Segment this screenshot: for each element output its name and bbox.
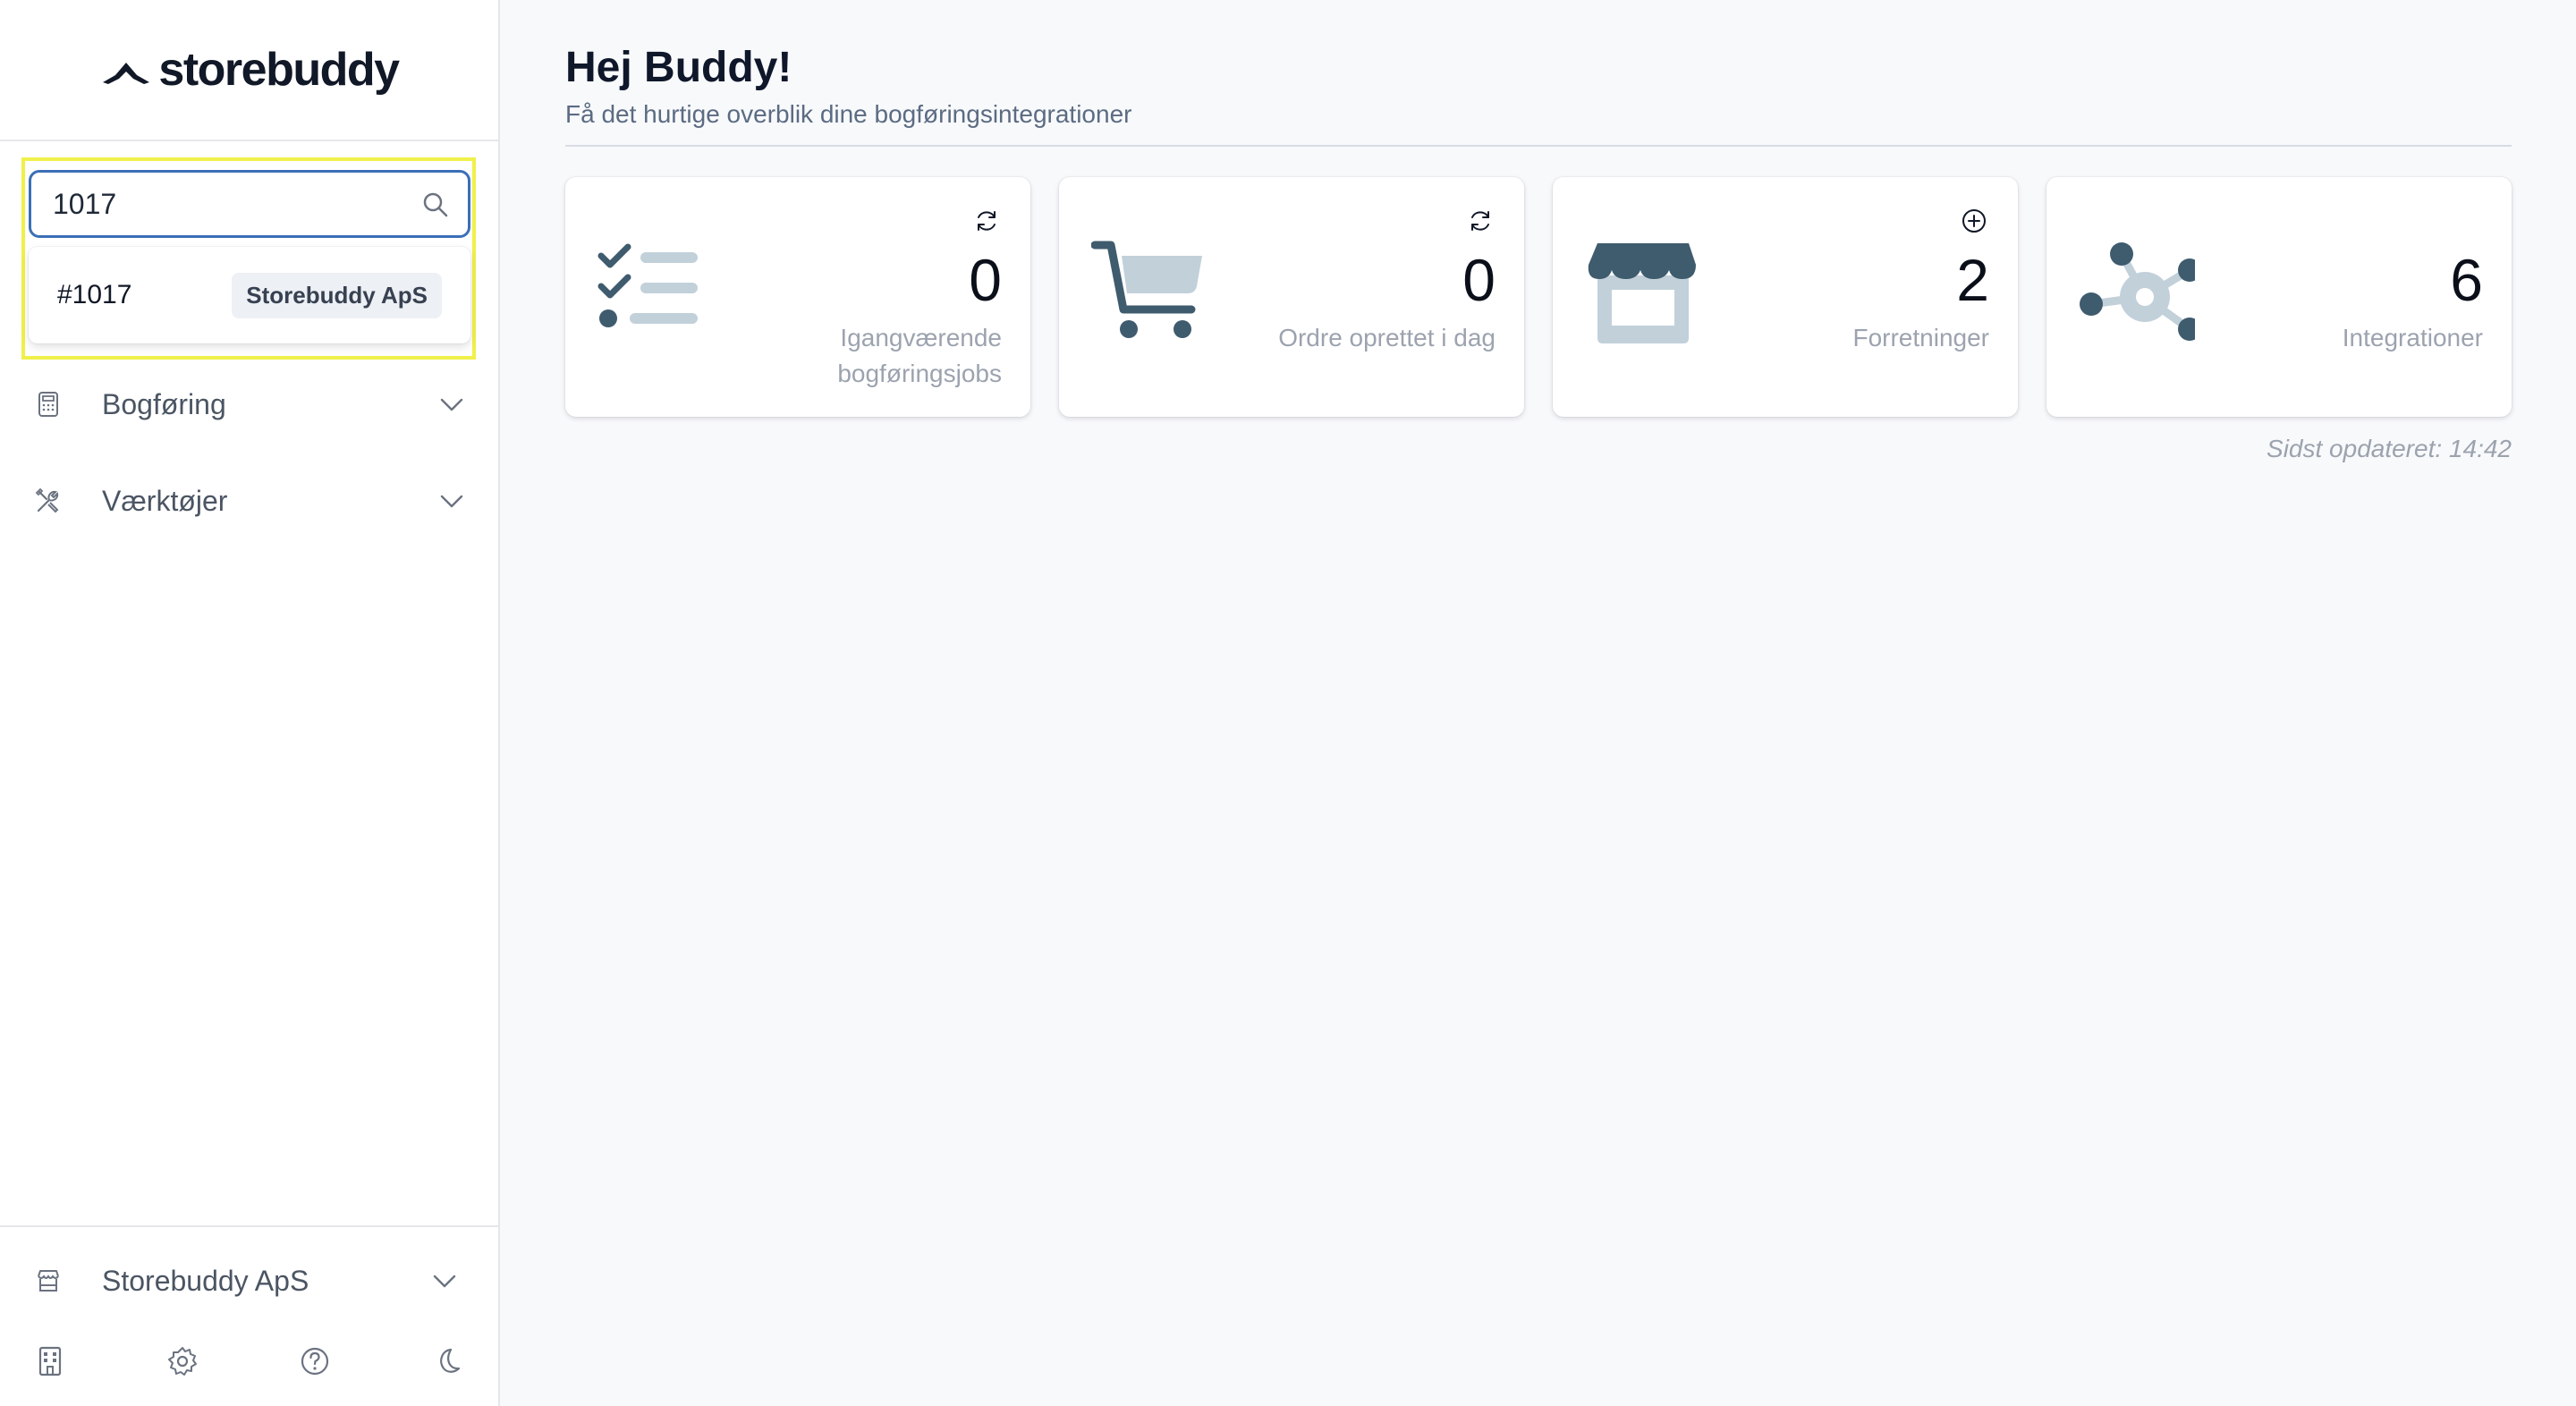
sidebar-bottom-toolbar: [0, 1324, 500, 1395]
sidebar-item-label: Bogføring: [102, 387, 226, 420]
stat-value: 2: [1956, 247, 1989, 313]
refresh-icon[interactable]: [1467, 208, 1494, 234]
logo-mark-icon: [103, 63, 150, 84]
storefront-icon: [1588, 243, 1696, 343]
search-result-item[interactable]: #1017 Storebuddy ApS: [29, 247, 470, 343]
last-updated-text: Sidst opdateret: 14:42: [2267, 435, 2512, 462]
logo-area: storebuddy: [0, 0, 498, 141]
help-icon[interactable]: [299, 1345, 331, 1377]
sidebar-footer: Storebuddy ApS: [0, 1225, 500, 1406]
chevron-down-icon: [433, 1275, 456, 1288]
sidebar-item-label: Værktøjer: [102, 484, 228, 517]
header-divider: [565, 145, 2512, 147]
stat-value: 6: [2450, 247, 2483, 313]
storebuddy-logo[interactable]: storebuddy: [99, 43, 400, 97]
page-title: Hej Buddy!: [565, 44, 792, 91]
search-input[interactable]: [31, 177, 407, 231]
chevron-down-icon: [440, 398, 463, 411]
search-result-store-badge: Storebuddy ApS: [232, 272, 442, 318]
stat-label: Integrationer: [2342, 324, 2483, 352]
page-subtitle: Få det hurtige overblik dine bogføringsi…: [565, 100, 1132, 128]
stat-card-orders-today: 0 Ordre oprettet i dag: [1059, 177, 1524, 417]
store-switcher[interactable]: Storebuddy ApS: [0, 1245, 500, 1317]
search-box[interactable]: [29, 170, 470, 238]
stat-label: Forretninger: [1852, 324, 1989, 352]
checklist-icon: [597, 243, 698, 327]
cart-icon: [1091, 241, 1202, 338]
main-content: Hej Buddy! Få det hurtige overblik dine …: [502, 0, 2576, 1406]
refresh-icon[interactable]: [973, 208, 1000, 234]
stat-label: Ordre oprettet i dag: [1278, 324, 1496, 352]
building-icon[interactable]: [34, 1345, 66, 1377]
stat-label: Igangværende bogføringsjobs: [837, 324, 1002, 387]
stat-card-stores: 2 Forretninger: [1553, 177, 2018, 417]
calculator-icon: [38, 392, 58, 417]
plus-circle-icon[interactable]: [1961, 208, 1987, 234]
search-result-order-id: #1017: [57, 280, 132, 309]
stat-card-bookkeeping-jobs: 0 Igangværende bogføringsjobs: [565, 177, 1030, 417]
chevron-down-icon: [440, 495, 463, 508]
sidebar: storebuddy #1017 Storebuddy ApS Bogførin…: [0, 0, 500, 1406]
moon-icon[interactable]: [431, 1345, 463, 1377]
tools-icon: [35, 487, 59, 513]
stat-value: 0: [1462, 247, 1496, 313]
store-icon: [38, 1270, 59, 1292]
sidebar-item-bogforing[interactable]: Bogføring: [0, 368, 500, 440]
stat-value: 0: [969, 247, 1002, 313]
network-icon: [2080, 242, 2195, 341]
store-switcher-label: Storebuddy ApS: [102, 1264, 309, 1297]
stat-card-integrations: 6 Integrationer: [2046, 177, 2512, 417]
gear-icon[interactable]: [166, 1345, 199, 1377]
search-icon[interactable]: [421, 191, 450, 219]
logo-text: storebuddy: [158, 44, 400, 96]
sidebar-item-vaerktojer[interactable]: Værktøjer: [0, 465, 500, 537]
